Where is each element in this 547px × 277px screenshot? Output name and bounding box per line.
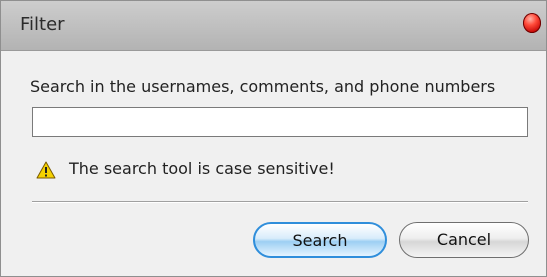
dialog-content: Search in the usernames, comments, and p… (1, 51, 546, 276)
search-instructions-label: Search in the usernames, comments, and p… (30, 77, 496, 96)
search-input[interactable] (32, 107, 528, 137)
warning-icon (36, 161, 56, 179)
case-sensitive-warning: The search tool is case sensitive! (69, 159, 335, 178)
cancel-button[interactable]: Cancel (399, 222, 529, 258)
dialog-title: Filter (20, 14, 65, 35)
close-button[interactable] (523, 13, 541, 33)
search-button[interactable]: Search (253, 222, 387, 258)
filter-dialog: Filter Search in the usernames, comments… (0, 0, 547, 277)
title-bar[interactable]: Filter (1, 1, 546, 51)
divider (32, 201, 528, 203)
